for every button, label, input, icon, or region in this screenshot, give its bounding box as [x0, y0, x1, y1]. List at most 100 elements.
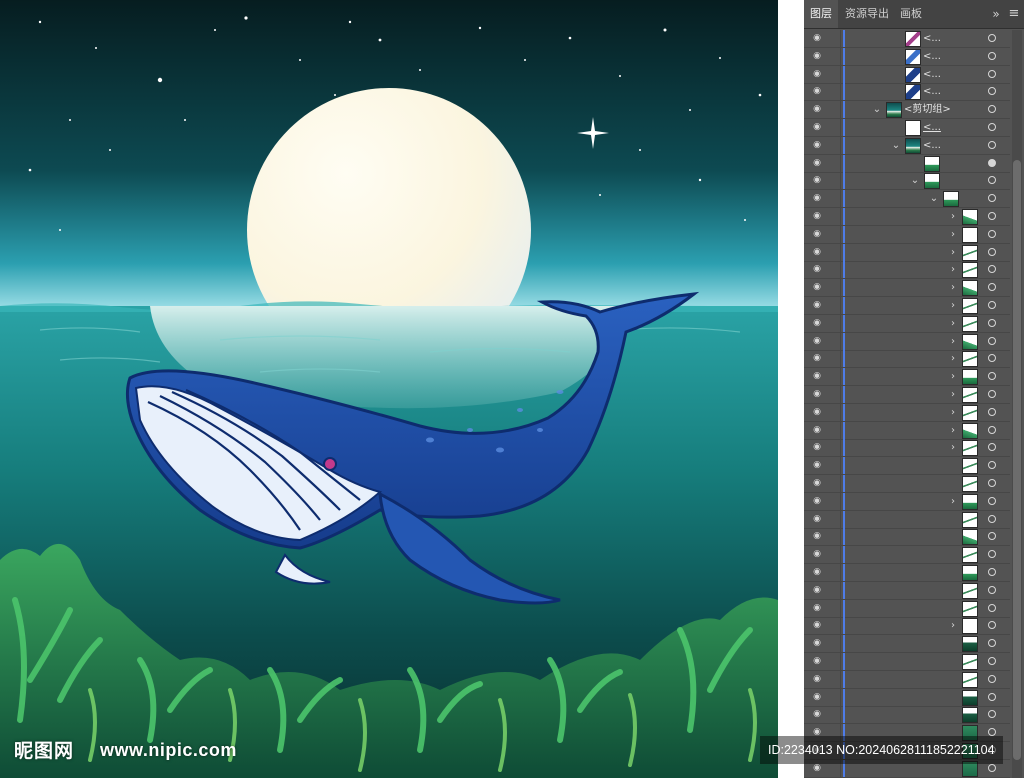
eye-visibility-icon[interactable]: ◉ [810, 439, 824, 456]
chevron-right-icon[interactable]: › [948, 350, 958, 367]
chevron-right-icon[interactable]: › [948, 261, 958, 278]
layer-row[interactable]: ◉ › [804, 243, 1010, 262]
eye-visibility-icon[interactable]: ◉ [810, 511, 824, 528]
target-circle-icon[interactable] [988, 443, 996, 452]
eye-visibility-icon[interactable]: ◉ [810, 119, 824, 136]
lock-toggle[interactable] [826, 635, 841, 653]
target-circle-icon[interactable] [988, 247, 996, 256]
layer-row[interactable]: ◉ › [804, 439, 1010, 458]
chevron-right-icon[interactable]: › [948, 315, 958, 332]
target-circle-icon[interactable] [988, 514, 996, 523]
eye-visibility-icon[interactable]: ◉ [810, 226, 824, 243]
lock-toggle[interactable] [826, 350, 841, 368]
lock-toggle[interactable] [826, 564, 841, 581]
layers-scrollbar[interactable] [1012, 30, 1022, 778]
chevron-down-icon[interactable]: ⌄ [910, 172, 920, 189]
chevron-right-icon[interactable]: › [948, 297, 958, 314]
target-circle-icon[interactable] [988, 763, 996, 772]
eye-visibility-icon[interactable]: ◉ [810, 671, 824, 688]
lock-toggle[interactable] [826, 546, 841, 564]
layer-name[interactable]: <... [923, 66, 941, 83]
target-circle-icon[interactable] [988, 621, 996, 630]
collapse-panel-icon[interactable]: » [989, 0, 1003, 28]
lock-toggle[interactable] [826, 101, 841, 119]
layer-name[interactable]: <剪切组> [904, 101, 951, 118]
layer-row[interactable]: ◉ ⌄ [804, 190, 1010, 209]
chevron-right-icon[interactable]: › [948, 368, 958, 385]
eye-visibility-icon[interactable]: ◉ [810, 155, 824, 172]
lock-toggle[interactable] [826, 243, 841, 261]
target-circle-icon[interactable] [988, 496, 996, 505]
target-circle-icon[interactable] [988, 407, 996, 416]
eye-visibility-icon[interactable]: ◉ [810, 350, 824, 367]
layer-row[interactable]: ◉ [804, 154, 1010, 173]
chevron-right-icon[interactable]: › [948, 404, 958, 421]
target-circle-icon[interactable] [988, 69, 996, 78]
lock-toggle[interactable] [826, 297, 841, 314]
layer-row[interactable]: ◉ › [804, 421, 1010, 440]
lock-toggle[interactable] [826, 706, 841, 724]
lock-toggle[interactable] [826, 47, 841, 65]
chevron-right-icon[interactable]: › [948, 422, 958, 439]
layer-row[interactable]: ◉ › [804, 297, 1010, 315]
layer-row[interactable]: ◉ [804, 457, 1010, 476]
chevron-right-icon[interactable]: › [948, 279, 958, 296]
target-circle-icon[interactable] [988, 34, 996, 42]
target-circle-icon[interactable] [988, 425, 996, 434]
eye-visibility-icon[interactable]: ◉ [810, 635, 824, 652]
eye-visibility-icon[interactable]: ◉ [810, 564, 824, 581]
lock-toggle[interactable] [826, 492, 841, 510]
layer-name[interactable]: <... [923, 48, 941, 65]
target-circle-icon[interactable] [988, 176, 996, 185]
layer-row[interactable]: ◉ [804, 528, 1010, 547]
layer-row[interactable]: ◉ <... [804, 30, 1010, 48]
chevron-right-icon[interactable]: › [948, 617, 958, 634]
lock-toggle[interactable] [826, 65, 841, 83]
lock-toggle[interactable] [826, 688, 841, 706]
lock-toggle[interactable] [826, 421, 841, 439]
chevron-down-icon[interactable]: ⌄ [929, 190, 939, 207]
target-circle-icon[interactable] [988, 194, 996, 203]
layer-row[interactable]: ◉ ⌄ [804, 172, 1010, 191]
target-circle-icon[interactable] [988, 674, 996, 683]
target-circle-icon[interactable] [988, 140, 996, 149]
lock-toggle[interactable] [826, 332, 841, 350]
layer-row[interactable]: ◉ <... [804, 47, 1010, 66]
eye-visibility-icon[interactable]: ◉ [810, 48, 824, 65]
layer-row[interactable]: ◉ [804, 564, 1010, 582]
lock-toggle[interactable] [826, 279, 841, 297]
target-circle-icon[interactable] [988, 692, 996, 701]
target-circle-icon[interactable] [988, 639, 996, 648]
eye-visibility-icon[interactable]: ◉ [810, 546, 824, 563]
eye-visibility-icon[interactable]: ◉ [810, 137, 824, 154]
eye-visibility-icon[interactable]: ◉ [810, 333, 824, 350]
lock-toggle[interactable] [826, 528, 841, 546]
target-circle-icon[interactable] [988, 728, 996, 737]
lock-toggle[interactable] [826, 154, 841, 172]
eye-visibility-icon[interactable]: ◉ [810, 706, 824, 723]
eye-visibility-icon[interactable]: ◉ [810, 83, 824, 100]
lock-toggle[interactable] [826, 368, 841, 386]
target-circle-icon[interactable] [988, 550, 996, 559]
eye-visibility-icon[interactable]: ◉ [810, 30, 824, 47]
target-circle-icon[interactable] [988, 229, 996, 238]
layer-row[interactable]: ◉ [804, 510, 1010, 529]
target-circle-icon[interactable] [988, 336, 996, 345]
lock-toggle[interactable] [826, 225, 841, 243]
target-circle-icon[interactable] [988, 372, 996, 381]
layer-row[interactable]: ◉ [804, 546, 1010, 565]
chevron-right-icon[interactable]: › [948, 244, 958, 261]
lock-toggle[interactable] [826, 599, 841, 617]
layer-row[interactable]: ◉ › [804, 386, 1010, 404]
eye-visibility-icon[interactable]: ◉ [810, 315, 824, 332]
layer-row[interactable]: ◉ [804, 635, 1010, 654]
eye-visibility-icon[interactable]: ◉ [810, 653, 824, 670]
lock-toggle[interactable] [826, 314, 841, 332]
chevron-right-icon[interactable]: › [948, 439, 958, 456]
layer-name[interactable]: <... [923, 119, 941, 136]
target-circle-icon[interactable] [988, 461, 996, 470]
lock-toggle[interactable] [826, 190, 841, 208]
lock-toggle[interactable] [826, 208, 841, 225]
eye-visibility-icon[interactable]: ◉ [810, 279, 824, 296]
chevron-right-icon[interactable]: › [948, 226, 958, 243]
